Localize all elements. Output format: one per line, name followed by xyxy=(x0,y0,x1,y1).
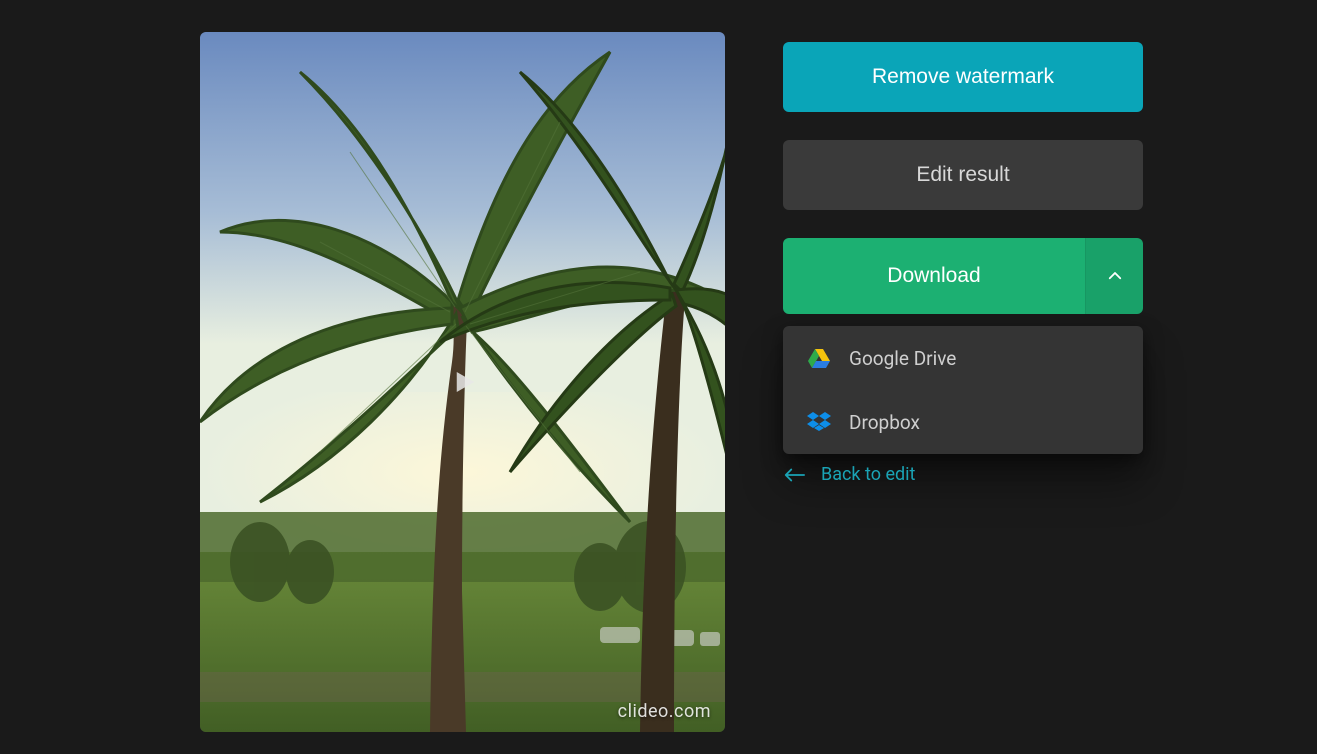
edit-result-label: Edit result xyxy=(916,163,1009,187)
download-options-toggle[interactable] xyxy=(1085,238,1143,314)
download-options-dropdown: Google Drive Dropbox xyxy=(783,326,1143,454)
video-thumbnail[interactable]: clideo.com xyxy=(200,32,725,732)
remove-watermark-label: Remove watermark xyxy=(872,65,1054,89)
dropbox-label: Dropbox xyxy=(849,411,920,434)
dropbox-icon xyxy=(807,410,831,434)
back-to-edit-label: Back to edit xyxy=(821,464,915,485)
back-to-edit-link[interactable]: Back to edit xyxy=(783,464,915,485)
video-preview: clideo.com xyxy=(200,32,725,732)
watermark-text: clideo.com xyxy=(618,701,711,722)
arrow-left-icon xyxy=(783,468,805,482)
download-option-google-drive[interactable]: Google Drive xyxy=(783,326,1143,390)
download-split-button: Download xyxy=(783,238,1143,314)
download-option-dropbox[interactable]: Dropbox xyxy=(783,390,1143,454)
play-button[interactable] xyxy=(447,366,479,398)
play-icon xyxy=(448,367,478,397)
chevron-up-icon xyxy=(1106,267,1124,285)
download-label: Download xyxy=(887,264,980,288)
actions-panel: Remove watermark Edit result Download Go… xyxy=(783,42,1143,486)
google-drive-icon xyxy=(807,346,831,370)
edit-result-button[interactable]: Edit result xyxy=(783,140,1143,210)
remove-watermark-button[interactable]: Remove watermark xyxy=(783,42,1143,112)
download-button[interactable]: Download xyxy=(783,238,1085,314)
google-drive-label: Google Drive xyxy=(849,347,956,370)
